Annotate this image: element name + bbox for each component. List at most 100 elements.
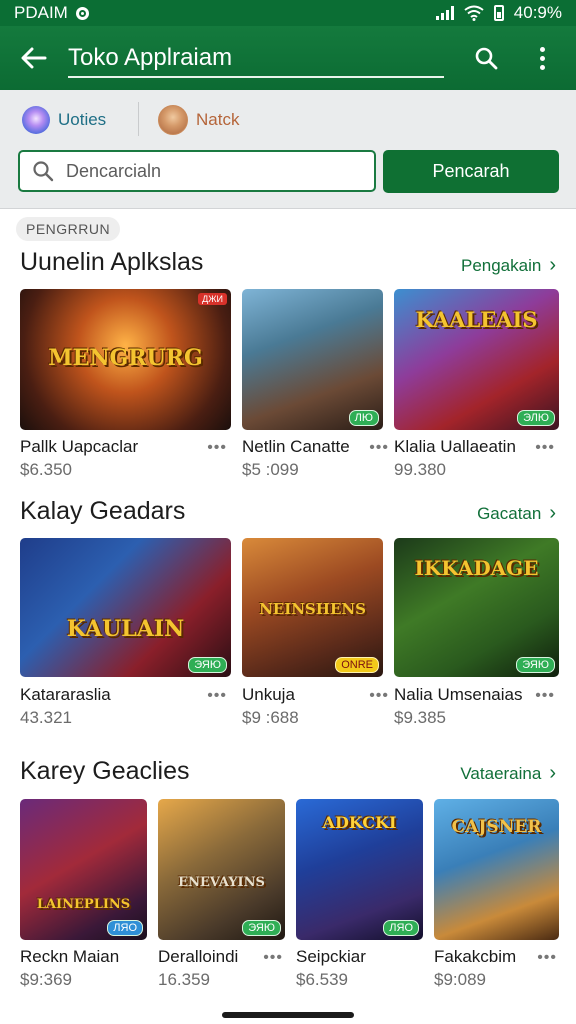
thumbnail-art-title: LAINEPLINS [36, 897, 131, 912]
app-name: Netlin Canatte [242, 437, 350, 456]
app-thumbnail: ЛЮ [242, 289, 383, 430]
section-title: Kalay Geadars [20, 497, 186, 525]
chevron-right-icon: › [549, 762, 556, 784]
app-card[interactable]: ADKCKI ЛЯО Seipckiar $6.539 [296, 799, 423, 989]
title-field[interactable]: Toko Applraiam [68, 36, 444, 80]
app-thumbnail: CAJSNER [434, 799, 559, 940]
app-name: Reckn Maian [20, 947, 120, 966]
app-title: Toko Applraiam [68, 44, 233, 71]
wifi-icon [464, 5, 484, 21]
battery-percent: 40:9% [513, 3, 562, 22]
search-icon [33, 161, 54, 182]
more-options-icon[interactable]: ••• [207, 687, 227, 705]
app-card[interactable]: CAJSNER Fakakcbim $9:089 ••• [434, 799, 559, 989]
search-submit-button[interactable]: Pencarah [383, 150, 559, 193]
app-price: $9 :688 [242, 708, 299, 727]
more-options-icon[interactable]: ••• [263, 949, 283, 967]
app-thumbnail: IKKADAGE ЭЯЮ [394, 538, 559, 677]
chip-divider [138, 102, 139, 136]
app-card[interactable]: KAALEAIS ЭЛЮ Klalia Uallaeatin 99.380 ••… [394, 289, 559, 479]
more-vert-icon [539, 46, 545, 70]
filter-bar: Uoties Natck Pencarah [0, 90, 576, 209]
see-all-label: Vataeraina [460, 763, 542, 783]
status-bar: PDAIM 40:9% [0, 0, 576, 26]
thumbnail-badge: ЭЯЮ [242, 920, 281, 936]
search-field[interactable] [18, 150, 376, 192]
thumbnail-art-title: KAULAIN [66, 616, 185, 642]
app-price: $9:089 [434, 970, 486, 989]
chip-uoties[interactable]: Uoties [22, 104, 106, 136]
thumbnail-art-title: CAJSNER [451, 817, 542, 837]
app-name: Katararaslia [20, 685, 111, 704]
app-card[interactable]: LAINEPLINS ЛЯО Reckn Maian $9:369 [20, 799, 147, 989]
app-bar: Toko Applraiam [0, 26, 576, 90]
app-name: Pallk Uapcaclar [20, 437, 139, 456]
more-options-icon[interactable]: ••• [369, 687, 389, 705]
search-icon [475, 47, 498, 70]
content-panel: PENGRRUN Uunelin Aplkslas Pengakain › ME… [0, 210, 576, 1024]
status-left: PDAIM [14, 3, 89, 23]
app-name: Fakakcbim [434, 947, 517, 966]
app-thumbnail: MENGRURG ДЖИ [20, 289, 231, 430]
app-thumbnail: KAALEAIS ЭЛЮ [394, 289, 559, 430]
more-options-icon[interactable]: ••• [369, 439, 389, 457]
app-price: 43.321 [20, 708, 72, 727]
search-input[interactable] [64, 159, 358, 183]
app-name: Nalia Umsenaias [394, 685, 523, 704]
thumbnail-badge: ЛЮ [348, 410, 379, 426]
section-pill: PENGRRUN [16, 217, 121, 241]
app-card[interactable]: ЛЮ Netlin Canatte $5 :099 ••• [242, 289, 388, 479]
more-options-icon[interactable]: ••• [537, 949, 557, 967]
app-price: $6.539 [296, 970, 348, 989]
thumbnail-badge: ЛЯО [107, 920, 143, 936]
status-right: 40:9% [435, 3, 562, 23]
thumbnail-badge: ЭЯЮ [516, 657, 555, 673]
section-title: Karey Geaclies [20, 757, 190, 785]
app-name: Klalia Uallaeatin [394, 437, 516, 456]
chip-natck[interactable]: Natck [158, 104, 239, 136]
thumbnail-badge: ЭЛЮ [517, 410, 555, 426]
more-options-icon[interactable]: ••• [535, 687, 555, 705]
thumbnail-art-title: ADKCKI [322, 813, 397, 832]
more-options-icon[interactable]: ••• [207, 439, 227, 457]
chevron-right-icon: › [549, 254, 556, 276]
section-title: Uunelin Aplkslas [20, 248, 204, 276]
thumbnail-art-title: KAALEAIS [415, 307, 538, 332]
thumbnail-art-title: NEINSHENS [259, 600, 366, 618]
app-price: $9.385 [394, 708, 446, 727]
app-thumbnail: NEINSHENS ONRE [242, 538, 383, 677]
app-thumbnail: ADKCKI ЛЯО [296, 799, 423, 940]
overflow-menu-button[interactable] [522, 38, 562, 78]
section-see-all-link[interactable]: Vataeraina › [460, 762, 556, 785]
app-name: Seipckiar [296, 947, 366, 966]
thumbnail-art-title: MENGRURG [48, 345, 203, 371]
app-card[interactable]: KAULAIN ЭЯЮ Katararaslia 43.321 ••• [20, 538, 231, 728]
battery-icon [493, 5, 504, 21]
back-button[interactable] [14, 38, 54, 78]
app-price: 99.380 [394, 460, 446, 479]
app-card[interactable]: IKKADAGE ЭЯЮ Nalia Umsenaias $9.385 ••• [394, 538, 559, 728]
notification-ring-icon [75, 6, 89, 20]
more-options-icon[interactable]: ••• [535, 439, 555, 457]
app-thumbnail: KAULAIN ЭЯЮ [20, 538, 231, 677]
chip-label: Uoties [58, 110, 107, 129]
app-name: Deralloindi [158, 947, 239, 966]
app-thumbnail: LAINEPLINS ЛЯО [20, 799, 147, 940]
home-indicator[interactable] [222, 1012, 354, 1018]
section-see-all-link[interactable]: Gacatan › [477, 502, 556, 525]
carrier-label: PDAIM [14, 3, 68, 22]
app-card[interactable]: NEINSHENS ONRE Unkuja $9 :688 ••• [242, 538, 388, 728]
app-name: Unkuja [242, 685, 295, 704]
app-card[interactable]: MENGRURG ДЖИ Pallk Uapcaclar $6.350 ••• [20, 289, 231, 479]
app-card[interactable]: ENEVAYINS ЭЯЮ Deralloindi 16.359 ••• [158, 799, 285, 989]
chip-avatar-icon [158, 105, 188, 135]
signal-icon [435, 6, 454, 20]
thumbnail-top-badge: ДЖИ [198, 293, 227, 305]
search-button[interactable] [466, 38, 506, 78]
chip-avatar-icon [22, 106, 50, 134]
section-see-all-link[interactable]: Pengakain › [461, 254, 556, 277]
app-price: $5 :099 [242, 460, 299, 479]
title-underline [68, 76, 444, 78]
app-price: $6.350 [20, 460, 72, 479]
see-all-label: Gacatan [477, 503, 542, 523]
